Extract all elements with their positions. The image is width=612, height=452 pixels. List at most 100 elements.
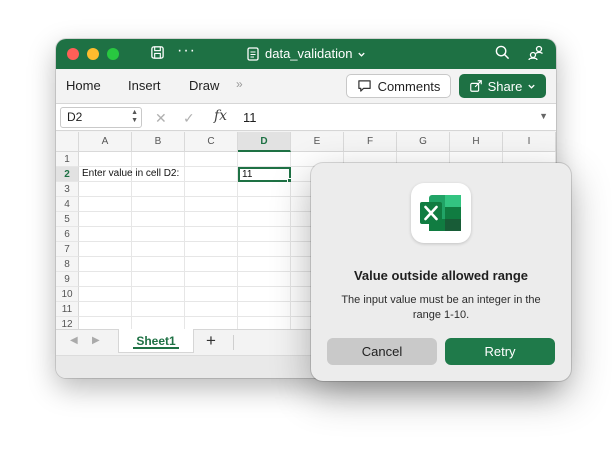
cell-b7[interactable]: [132, 242, 185, 257]
cell-d8[interactable]: [238, 257, 291, 272]
name-box-value: D2: [67, 110, 83, 124]
retry-button[interactable]: Retry: [445, 338, 555, 365]
tab-insert[interactable]: Insert: [128, 78, 161, 94]
cell-b11[interactable]: [132, 302, 185, 317]
cell-a1[interactable]: [79, 152, 132, 167]
cell-d4[interactable]: [238, 197, 291, 212]
search-icon[interactable]: [495, 45, 510, 64]
row-header-8[interactable]: 8: [56, 257, 79, 272]
select-all-corner[interactable]: [56, 132, 79, 152]
column-header-h[interactable]: H: [450, 132, 503, 152]
row-header-5[interactable]: 5: [56, 212, 79, 227]
tab-home[interactable]: Home: [66, 78, 101, 94]
cell-a6[interactable]: [79, 227, 132, 242]
cell-a4[interactable]: [79, 197, 132, 212]
comments-button[interactable]: Comments: [346, 74, 451, 98]
share-button[interactable]: Share: [459, 74, 546, 98]
close-window-button[interactable]: [67, 48, 79, 60]
cell-a8[interactable]: [79, 257, 132, 272]
cell-d10[interactable]: [238, 287, 291, 302]
column-header-b[interactable]: B: [132, 132, 185, 152]
cell-b2[interactable]: [132, 167, 185, 182]
row-header-11[interactable]: 11: [56, 302, 79, 317]
cell-c9[interactable]: [185, 272, 238, 287]
column-header-d[interactable]: D: [238, 132, 291, 152]
save-icon[interactable]: [150, 45, 165, 64]
confirm-entry-icon[interactable]: ✓: [183, 109, 195, 127]
cell-a7[interactable]: [79, 242, 132, 257]
add-sheet-button[interactable]: +: [206, 331, 216, 351]
row-header-10[interactable]: 10: [56, 287, 79, 302]
cell-d9[interactable]: [238, 272, 291, 287]
row-header-3[interactable]: 3: [56, 182, 79, 197]
cell-d2[interactable]: 11: [238, 167, 291, 182]
row-header-4[interactable]: 4: [56, 197, 79, 212]
cell-b10[interactable]: [132, 287, 185, 302]
cell-b6[interactable]: [132, 227, 185, 242]
more-tabs-icon[interactable]: »: [236, 77, 243, 91]
expand-formula-bar-icon[interactable]: ▼: [539, 111, 548, 121]
cell-d12[interactable]: [238, 317, 291, 329]
cell-b8[interactable]: [132, 257, 185, 272]
cell-d5[interactable]: [238, 212, 291, 227]
cell-c6[interactable]: [185, 227, 238, 242]
row-header-9[interactable]: 9: [56, 272, 79, 287]
row-header-6[interactable]: 6: [56, 227, 79, 242]
column-header-e[interactable]: E: [291, 132, 344, 152]
cell-d6[interactable]: [238, 227, 291, 242]
insert-function-icon[interactable]: fx: [214, 108, 227, 124]
row-header-1[interactable]: 1: [56, 152, 79, 167]
column-header-a[interactable]: A: [79, 132, 132, 152]
cell-d1[interactable]: [238, 152, 291, 167]
previous-sheet-icon[interactable]: ◀: [70, 335, 78, 346]
row-header-7[interactable]: 7: [56, 242, 79, 257]
cell-c8[interactable]: [185, 257, 238, 272]
comment-icon: [357, 80, 371, 92]
cell-c10[interactable]: [185, 287, 238, 302]
cancel-entry-icon[interactable]: ✕: [155, 109, 167, 127]
next-sheet-icon[interactable]: ▶: [92, 335, 100, 346]
cell-c11[interactable]: [185, 302, 238, 317]
zoom-window-button[interactable]: [107, 48, 119, 60]
more-icon[interactable]: ···: [177, 42, 196, 60]
cell-a3[interactable]: [79, 182, 132, 197]
cell-b4[interactable]: [132, 197, 185, 212]
cell-c12[interactable]: [185, 317, 238, 329]
cell-d11[interactable]: [238, 302, 291, 317]
cancel-button[interactable]: Cancel: [327, 338, 437, 365]
name-box-stepper-icon[interactable]: ▲ ▼: [131, 109, 138, 125]
chevron-down-icon: [358, 52, 366, 57]
tab-draw[interactable]: Draw: [189, 78, 219, 94]
name-box[interactable]: D2 ▲ ▼: [60, 107, 142, 128]
column-header-g[interactable]: G: [397, 132, 450, 152]
sheet-tab-sheet1[interactable]: Sheet1: [118, 329, 194, 353]
cell-a10[interactable]: [79, 287, 132, 302]
cell-c1[interactable]: [185, 152, 238, 167]
column-header-c[interactable]: C: [185, 132, 238, 152]
cell-d3[interactable]: [238, 182, 291, 197]
row-header-2[interactable]: 2: [56, 167, 79, 182]
formula-input[interactable]: 11: [243, 110, 257, 125]
cell-c5[interactable]: [185, 212, 238, 227]
collaborate-icon[interactable]: [528, 45, 544, 65]
cell-c3[interactable]: [185, 182, 238, 197]
cell-b1[interactable]: [132, 152, 185, 167]
cell-c4[interactable]: [185, 197, 238, 212]
column-header-f[interactable]: F: [344, 132, 397, 152]
cell-d7[interactable]: [238, 242, 291, 257]
minimize-window-button[interactable]: [87, 48, 99, 60]
cell-a11[interactable]: [79, 302, 132, 317]
cell-c7[interactable]: [185, 242, 238, 257]
cell-b5[interactable]: [132, 212, 185, 227]
cell-b3[interactable]: [132, 182, 185, 197]
cell-c2[interactable]: [185, 167, 238, 182]
column-header-i[interactable]: I: [503, 132, 556, 152]
cell-a2[interactable]: Enter value in cell D2:: [79, 167, 179, 182]
cell-a12[interactable]: [79, 317, 132, 329]
document-title[interactable]: data_validation: [246, 46, 366, 62]
cell-a9[interactable]: [79, 272, 132, 287]
cell-a5[interactable]: [79, 212, 132, 227]
cell-b12[interactable]: [132, 317, 185, 329]
cell-b9[interactable]: [132, 272, 185, 287]
row-header-12[interactable]: 12: [56, 317, 79, 329]
